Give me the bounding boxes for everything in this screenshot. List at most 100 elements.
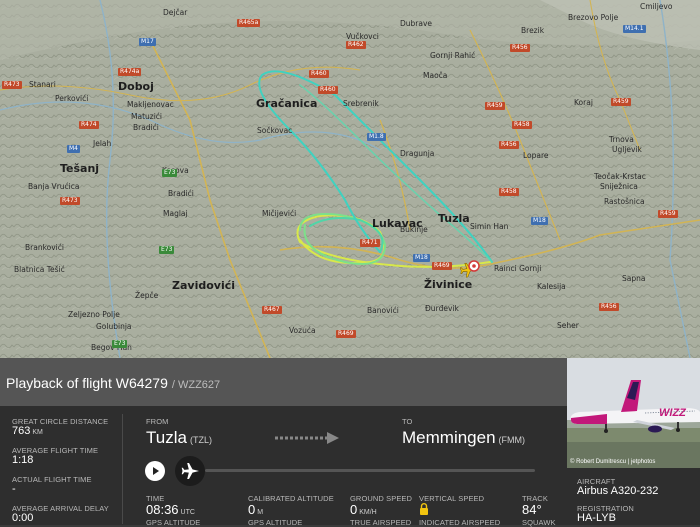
map-label-town: Mičijevići <box>262 209 297 218</box>
map-label-town: Živinice <box>424 278 473 291</box>
map-label-road: R459 <box>611 98 631 106</box>
map-label-town: Perkovići <box>55 94 89 103</box>
map-label-town: Matuzići <box>131 112 162 121</box>
aircraft-photo[interactable]: WIZZ © Robert Dumitrescu | jetphotos <box>567 358 700 468</box>
altitude-unit: M <box>257 509 264 516</box>
true-airspeed-label: TRUE AIRSPEED <box>350 518 412 527</box>
map-label-road: R469 <box>432 262 452 270</box>
lock-icon <box>420 503 428 515</box>
page-title: Playback of flight W64279/ WZZ627 <box>6 375 220 391</box>
map-label-road: R473 <box>2 81 22 89</box>
map-label-town: Brezovo Polje <box>568 13 619 22</box>
route-arrow-icon <box>275 432 339 444</box>
map-label-town: Gornji Rahić <box>430 51 476 60</box>
destination-code: (FMM) <box>498 435 526 445</box>
flight-map[interactable]: Dejčar Dubrave Vučkovci Brezovo Polje Cm… <box>0 0 700 358</box>
map-label-town: Tuzla <box>438 212 470 225</box>
altitude-value: 0M <box>248 502 263 517</box>
gcd-unit: KM <box>32 429 43 436</box>
track-value: 84° <box>522 502 542 517</box>
actual-time-label: ACTUAL FLIGHT TIME <box>12 475 92 484</box>
ground-speed-value: 0 KM/H <box>350 502 377 517</box>
playback-slider[interactable] <box>205 469 535 472</box>
playback-slider-handle[interactable] <box>175 456 205 486</box>
avg-time-value: 1:18 <box>12 454 34 466</box>
from-label: FROM <box>146 417 169 426</box>
map-label-road: R460 <box>318 86 338 94</box>
callsign: / WZZ627 <box>171 379 221 391</box>
map-label-town: Koraj <box>574 98 593 107</box>
map-label-town: Lopare <box>523 151 549 160</box>
gps-alt-label: GPS ALTITUDE <box>146 518 201 527</box>
map-label-road: E73 <box>159 246 175 254</box>
map-label-town: Vučkovci <box>346 32 379 41</box>
map-label-road: M18 <box>413 254 430 262</box>
origin-code: (TZL) <box>189 435 212 445</box>
map-label-town: Blatnica Tešić <box>14 265 65 274</box>
map-label-road: R467 <box>262 306 282 314</box>
indicated-airspeed-label: INDICATED AIRSPEED <box>419 518 501 527</box>
map-label-town: Teočak-Krstac <box>594 172 646 181</box>
map-label-town: Brezik <box>521 26 545 35</box>
map-label-town: Maoča <box>423 71 448 80</box>
map-label-town: Đurđevik <box>425 304 459 313</box>
map-label-town: Zavidovići <box>172 279 236 292</box>
map-label-town: Brankovići <box>25 243 64 252</box>
photo-credit[interactable]: © Robert Dumitrescu | jetphotos <box>570 459 655 465</box>
map-label-town: Dejčar <box>163 8 188 17</box>
actual-time-value: - <box>12 483 16 495</box>
gcd-value: 763 KM <box>12 425 43 437</box>
to-label: TO <box>402 417 413 426</box>
map-label-town: Dubrave <box>400 19 433 28</box>
map-label-town: Golubinja <box>96 322 132 331</box>
map-label-town: Cmiljevo <box>640 2 673 11</box>
map-label-road: R460 <box>309 70 329 78</box>
map-label-town: Žepče <box>135 291 159 300</box>
time-value: 08:36 UTC <box>146 502 195 517</box>
map-label-road: R469 <box>336 330 356 338</box>
map-label-town: Dragunja <box>400 149 435 158</box>
destination-city: Memmingen <box>402 428 496 447</box>
map-label-road: R459 <box>485 102 505 110</box>
ground-speed-unit: KM/H <box>359 509 377 516</box>
squawk-label: SQUAWK <box>522 518 556 527</box>
aircraft-value: Airbus A320-232 <box>577 485 659 497</box>
map-label-town: Simin Han <box>470 222 509 231</box>
map-label-road: M17 <box>139 38 156 46</box>
map-label-town: Bradići <box>168 189 194 198</box>
origin-city: Tuzla <box>146 428 187 447</box>
map-label-town: Zeljezno Polje <box>68 310 120 319</box>
map-label-road: R459 <box>658 210 678 218</box>
map-label-town: Bradići <box>133 123 159 132</box>
map-label-town: Sniježnica <box>600 182 638 191</box>
map-label-road: R474 <box>79 121 99 129</box>
map-label-town: Vozuća <box>289 326 316 335</box>
map-label-road: R471 <box>360 239 380 247</box>
map-label-town: Stanari <box>29 80 56 89</box>
divider <box>122 414 123 524</box>
ground-speed-number: 0 <box>350 502 358 517</box>
livery-text: WIZZ <box>659 407 687 419</box>
map-label-road: R456 <box>499 141 519 149</box>
map-label-road: M1.8 <box>367 133 386 141</box>
origin-airport[interactable]: Tuzla (TZL) <box>146 428 212 448</box>
map-label-road: M14.1 <box>623 25 646 33</box>
map-label-town: Rastošnica <box>604 197 645 206</box>
map-label-town: Kalesija <box>537 282 566 291</box>
map-label-town: Jelah <box>93 139 112 148</box>
map-label-town: Banovići <box>367 306 399 315</box>
map-label-road: R465a <box>237 19 261 27</box>
map-label-town: Doboj <box>118 80 154 93</box>
map-label-road: R458 <box>499 188 519 196</box>
map-label-road: M18 <box>531 217 548 225</box>
airplane-icon <box>181 463 199 479</box>
map-label-road: R456 <box>510 44 530 52</box>
play-button[interactable] <box>145 461 165 481</box>
gps-alt-label-2: GPS ALTITUDE <box>248 518 303 527</box>
map-label-town: Rainci Gornji <box>494 264 542 273</box>
airport-pin[interactable] <box>468 260 480 272</box>
flight-title: Playback of flight W64279 <box>6 375 168 391</box>
map-label-road: R462 <box>346 41 366 49</box>
map-label-road: R473 <box>60 197 80 205</box>
destination-airport[interactable]: Memmingen (FMM) <box>402 428 525 448</box>
